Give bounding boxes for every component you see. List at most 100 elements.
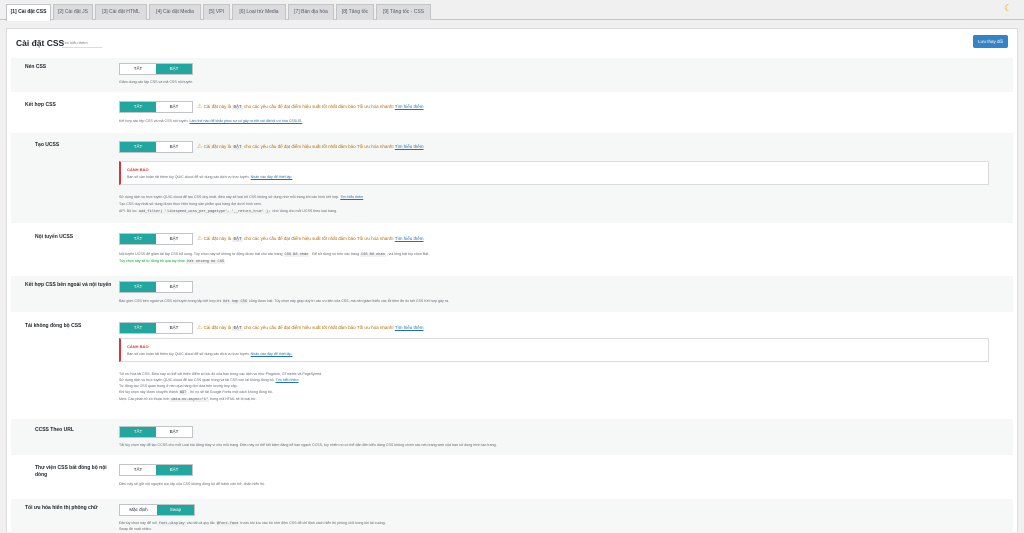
troubleshoot-link[interactable]: Làm thế nào để khắc phục sự cố gây ra bở…	[189, 119, 302, 123]
toggle-on[interactable]: BẬT	[156, 142, 192, 152]
toggle-on[interactable]: BẬT	[156, 234, 192, 244]
desc-text: trước khi lưu vào bộ nhớ đệm CSS để chỉ …	[240, 521, 386, 525]
learn-more-link[interactable]: Tìm hiểu thêm	[395, 325, 424, 330]
desc-text: Mẹo: Các phần tử có thuộc tính	[119, 397, 170, 401]
toggle-on[interactable]: BẬT	[156, 427, 192, 437]
row-description: Mẹo: Các phần tử có thuộc tính data-no-a…	[119, 396, 257, 403]
desc-code: add_filter( 'litespeed_ucss_per_pagetype…	[137, 210, 272, 214]
notice-title: CẢNH BÁO	[127, 167, 149, 172]
desc-code: @font-face	[215, 522, 240, 526]
desc-text: Sử dụng dịch vụ trực tuyến QUIC.cloud để…	[119, 378, 275, 382]
css-async-toggle[interactable]: TẮT BẬT	[119, 322, 193, 334]
tab-tuning[interactable]: [8] Tăng tốc	[336, 4, 374, 20]
font-display-selector[interactable]: Mặc định Swap	[119, 504, 195, 516]
toggle-off[interactable]: TẮT	[120, 465, 156, 475]
page-title: Cài đặt CSS	[16, 38, 65, 48]
toggle-on[interactable]: BẬT	[156, 282, 192, 292]
row-description: Đặt tùy chọn này để nối font-display vào…	[119, 520, 386, 527]
setup-link[interactable]: Nhấn vào đây để thiết lập.	[251, 175, 293, 179]
learn-more-link[interactable]: Tìm hiểu thêm	[276, 378, 299, 382]
desc-text: Tùy chọn này sẽ tự động bỏ qua tùy chọn	[119, 259, 186, 263]
desc-text: Nội tuyến UCSS để giảm tải tập CSS bổ su…	[119, 252, 283, 256]
desc-text: , vui lòng bật tùy chọn Bật.	[386, 252, 430, 256]
warning-icon: ⚠	[197, 325, 203, 331]
row-description: Tắt tùy chọn này để tạo CCSS cho mỗi Loạ…	[119, 443, 497, 447]
desc-code: BẬT	[178, 391, 188, 395]
row-label: Nén CSS	[25, 64, 47, 70]
css-minify-toggle[interactable]: TẮT BẬT	[119, 63, 193, 75]
toggle-on[interactable]: BẬT	[156, 64, 192, 74]
tab-localization[interactable]: [7] Bản địa hóa	[288, 4, 334, 20]
row-generate-ucss: Tạo UCSS TẮT BẬT ⚠ Cài đặt này là ĐẶT ch…	[11, 133, 1013, 223]
moon-icon[interactable]: ☾	[1004, 3, 1014, 13]
desc-text: cũng được bật. Tùy chọn này giúp duy trì…	[248, 299, 450, 303]
warning-text: cho các yêu cầu để đạt điểm hiệu suất tố…	[243, 104, 394, 109]
warning-code: ĐẶT	[232, 326, 243, 331]
learn-more-link[interactable]: Tìm hiểu thêm	[340, 195, 363, 199]
warning-code: ĐẶT	[232, 105, 243, 110]
inline-ucss-toggle[interactable]: TẮT BẬT	[119, 233, 193, 245]
notice-text: Bạn sẽ cần hoàn tất thêm tùy QUIC.cloud …	[127, 175, 250, 179]
learn-more-link[interactable]: Tìm hiểu thêm	[62, 40, 102, 48]
learn-more-link[interactable]: Tìm hiểu thêm	[395, 104, 424, 109]
tab-media-settings[interactable]: [4] Cài đặt Media	[149, 4, 201, 20]
async-lib-toggle[interactable]: TẮT BẬT	[119, 464, 193, 476]
warning-code: ĐẶT	[232, 237, 243, 242]
row-label: Tối ưu hóa hiển thị phông chữ	[25, 505, 98, 511]
row-inline-ucss: Nội tuyến UCSS TẮT BẬT ⚠ Cài đặt này là …	[11, 226, 1013, 274]
toggle-on[interactable]: BẬT	[156, 465, 192, 475]
warning-text: cho các yêu cầu để đạt điểm hiệu suất tố…	[243, 236, 394, 241]
row-label: Thư viện CSS bất đồng bộ nội dòng	[35, 465, 107, 478]
tab-vpi[interactable]: [5] VPI	[203, 4, 230, 20]
row-label: Tạo UCSS	[35, 142, 60, 148]
option-swap[interactable]: Swap	[157, 505, 194, 515]
toggle-off[interactable]: TẮT	[120, 234, 156, 244]
toggle-off[interactable]: TẮT	[120, 323, 156, 333]
tab-bar: [1] Cài đặt CSS [2] Cài đặt JS [3] Cài đ…	[0, 0, 1024, 21]
desc-text: Đặt tùy chọn này để nối	[119, 521, 157, 525]
toggle-on[interactable]: BẬT	[156, 102, 192, 112]
desc-text: Sử dụng dịch vụ trực tuyến QUIC.cloud để…	[119, 195, 340, 199]
row-label: Kết hợp CSS bên ngoài và nội tuyến	[25, 282, 112, 288]
row-description: Nội tuyến UCSS để giảm tải tập CSS bổ su…	[119, 251, 429, 258]
setup-link[interactable]: Nhấn vào đây để thiết lập.	[251, 352, 293, 356]
recommend-warning: ⚠ Cài đặt này là ĐẶT cho các yêu cầu để …	[197, 103, 424, 111]
row-ccss-per-url: CCSS Theo URL TẮT BẬT Tắt tùy chọn này đ…	[11, 419, 1013, 455]
row-description: Điều này sẽ giữ nội nguyên cục lấp của C…	[119, 482, 266, 486]
tab-media-excludes[interactable]: [6] Loại trừ Media	[232, 4, 286, 20]
row-description: Tạo CSS duy nhất sử dụng được thực hiện …	[119, 202, 262, 206]
desc-text: trong mã HTML sẽ bị loại trừ.	[210, 397, 257, 401]
desc-text: . Để sử dụng nó trên các trang	[310, 252, 360, 256]
warning-icon: ⚠	[197, 236, 203, 242]
warning-text: Cài đặt này là	[203, 144, 232, 149]
option-default[interactable]: Mặc định	[120, 505, 157, 515]
warning-icon: ⚠	[197, 104, 203, 110]
row-combine-external-inline: Kết hợp CSS bên ngoài và nội tuyến TẮT B…	[11, 276, 1013, 312]
learn-more-link[interactable]: Tìm hiểu thêm	[395, 236, 424, 241]
toggle-off[interactable]: TẮT	[120, 102, 156, 112]
generate-ucss-toggle[interactable]: TẮT BẬT	[119, 141, 193, 153]
ccss-per-url-toggle[interactable]: TẮT BẬT	[119, 426, 193, 438]
toggle-off[interactable]: TẮT	[120, 427, 156, 437]
warning-text: cho các yêu cầu để đạt điểm hiệu suất tố…	[243, 144, 394, 149]
notice-text: Bạn sẽ cần hoàn tất thêm tùy QUIC.cloud …	[127, 352, 250, 356]
tab-js-settings[interactable]: [2] Cài đặt JS	[53, 4, 93, 20]
tab-css-settings[interactable]: [1] Cài đặt CSS	[6, 4, 51, 21]
toggle-off[interactable]: TẮT	[120, 142, 156, 152]
row-font-display: Tối ưu hóa hiển thị phông chữ Mặc định S…	[11, 499, 1013, 533]
desc-code: CSS Bổ nhấn	[283, 253, 310, 257]
learn-more-link[interactable]: Tìm hiểu thêm	[395, 144, 424, 149]
tab-tuning-css[interactable]: [9] Tăng tốc - CSS	[376, 4, 431, 20]
row-description: Sử dụng dịch vụ trực tuyến QUIC.cloud để…	[119, 194, 363, 200]
toggle-off[interactable]: TẮT	[120, 282, 156, 292]
css-combine-toggle[interactable]: TẮT BẬT	[119, 101, 193, 113]
row-label: Nội tuyến UCSS	[35, 234, 74, 240]
save-changes-button[interactable]: Lưu thay đổi	[973, 35, 1008, 48]
tab-html-settings[interactable]: [3] Cài đặt HTML	[95, 4, 147, 20]
toggle-off[interactable]: TẮT	[120, 64, 156, 74]
combine-external-toggle[interactable]: TẮT BẬT	[119, 281, 193, 293]
toggle-on[interactable]: BẬT	[156, 323, 192, 333]
warning-notice: CẢNH BÁO Bạn sẽ cần hoàn tất thêm tùy QU…	[119, 161, 989, 185]
row-label: Kết hợp CSS	[25, 102, 56, 108]
desc-text: API: Bộ lọc	[119, 209, 137, 213]
